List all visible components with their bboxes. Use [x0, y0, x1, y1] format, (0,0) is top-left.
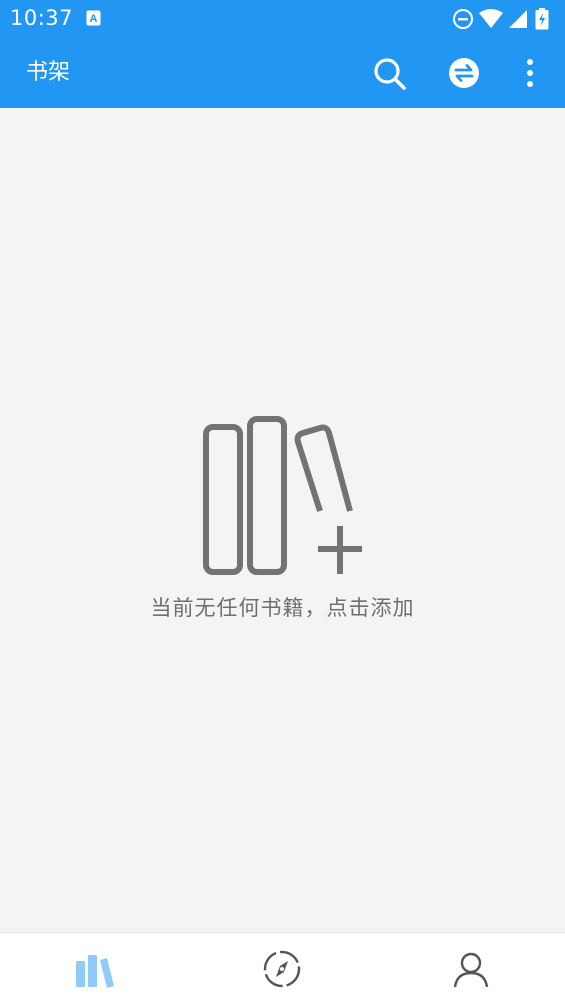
- compass-icon: [263, 950, 301, 988]
- bookshelf-add-icon: [203, 416, 362, 575]
- empty-state-message[interactable]: 当前无任何书籍，点击添加: [0, 592, 565, 622]
- nav-tab-bookshelf[interactable]: [0, 933, 188, 1004]
- sync-button[interactable]: [444, 53, 484, 93]
- person-icon: [453, 952, 488, 988]
- nav-tab-profile[interactable]: [376, 933, 565, 1004]
- accessibility-a-icon: A: [86, 10, 101, 26]
- status-time: 10:37: [10, 6, 74, 30]
- sync-icon: [449, 58, 479, 88]
- signal-icon: [509, 10, 527, 28]
- svg-text:A: A: [90, 13, 98, 25]
- search-button[interactable]: [369, 53, 409, 93]
- bookshelf-icon: [76, 955, 114, 988]
- more-vert-icon: [527, 59, 533, 87]
- page-title: 书架: [26, 60, 71, 85]
- empty-bookshelf-button[interactable]: [202, 414, 364, 578]
- more-options-button[interactable]: [510, 53, 550, 93]
- bottom-navigation: [0, 932, 565, 1004]
- search-icon: [374, 58, 406, 90]
- app-bar: 书架: [0, 38, 565, 108]
- battery-charging-icon: [535, 8, 549, 30]
- do-not-disturb-icon: [453, 9, 473, 29]
- status-bar: 10:37 A: [0, 0, 565, 38]
- nav-tab-discover[interactable]: [188, 933, 376, 1004]
- wifi-icon: [479, 9, 503, 28]
